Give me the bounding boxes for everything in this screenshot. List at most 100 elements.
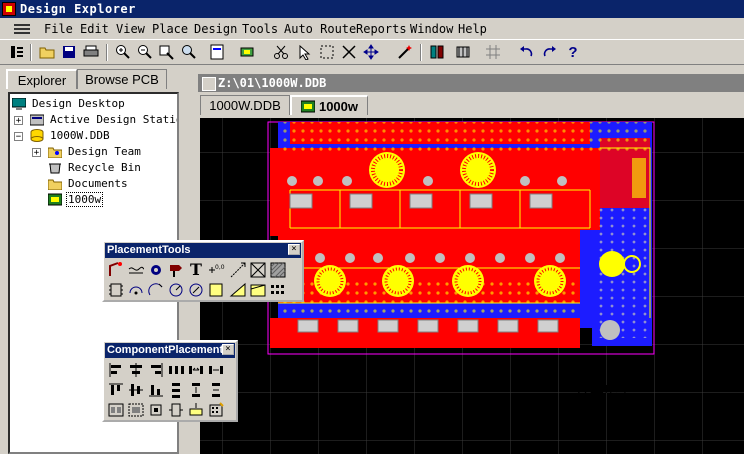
tree-node-active-servers[interactable]: + Active Design Station xyxy=(10,112,179,128)
collapse-icon[interactable]: − xyxy=(14,132,23,142)
placement-tools-title[interactable]: PlacementTools xyxy=(105,243,301,258)
increase-horizontal-spacing-icon[interactable] xyxy=(187,361,205,379)
place-track-icon[interactable] xyxy=(127,261,145,279)
decrease-horizontal-spacing-icon[interactable] xyxy=(207,361,225,379)
interactive-route-icon[interactable] xyxy=(107,261,125,279)
tree-node-pcb[interactable]: 1000w xyxy=(10,192,177,208)
library-icon[interactable] xyxy=(454,43,472,61)
menu-auto-route[interactable]: Auto Route xyxy=(284,22,356,36)
tree-label-active-servers: Active Design Station xyxy=(50,113,179,126)
window-title: Design Explorer xyxy=(20,2,136,16)
tab-ddb[interactable]: 1000W.DDB xyxy=(200,95,290,115)
distribute-horizontal-icon[interactable] xyxy=(167,361,185,379)
grid-icon[interactable] xyxy=(484,43,502,61)
menu-place[interactable]: Place xyxy=(152,22,188,36)
select-area-icon[interactable] xyxy=(318,43,336,61)
tree-node-desktop[interactable]: Design Desktop xyxy=(10,96,177,112)
menu-window[interactable]: Window xyxy=(410,22,453,36)
help-icon[interactable]: ? xyxy=(564,43,582,61)
place-pad-icon[interactable] xyxy=(147,261,165,279)
decrease-vertical-spacing-icon[interactable] xyxy=(207,381,225,399)
move-icon[interactable] xyxy=(362,43,380,61)
place-coordinate-icon[interactable]: 0,0 xyxy=(207,261,225,279)
menu-file[interactable]: File xyxy=(44,22,73,36)
close-icon[interactable]: × xyxy=(288,244,300,255)
menu-design[interactable]: Design xyxy=(194,22,237,36)
component-placement-palette[interactable]: ComponentPlacement × xyxy=(102,340,238,422)
tree-node-documents[interactable]: Documents xyxy=(10,176,177,192)
zoom-out-icon[interactable] xyxy=(136,43,154,61)
align-to-grid-icon[interactable] xyxy=(187,401,205,419)
undo-icon[interactable] xyxy=(518,43,536,61)
split-plane-icon[interactable] xyxy=(249,281,267,299)
move-to-grid-icon[interactable] xyxy=(167,401,185,419)
room-arrange-icon[interactable] xyxy=(107,401,125,419)
menu-help[interactable]: Help xyxy=(458,22,487,36)
tree-label-recycle-bin: Recycle Bin xyxy=(68,161,141,174)
explorer-toggle-icon[interactable] xyxy=(8,43,26,61)
tree-label-design-team: Design Team xyxy=(68,145,141,158)
center-horizontal-icon[interactable] xyxy=(127,361,145,379)
app-icon[interactable] xyxy=(2,2,16,16)
component-placement-title[interactable]: ComponentPlacement xyxy=(105,343,235,358)
increase-vertical-spacing-icon[interactable] xyxy=(187,381,205,399)
tree-node-design-team[interactable]: + Design Team xyxy=(10,144,177,160)
arc-any-icon[interactable] xyxy=(167,281,185,299)
place-dimension-icon[interactable] xyxy=(229,261,247,279)
center-vertical-icon[interactable] xyxy=(127,381,145,399)
expand-icon[interactable]: + xyxy=(32,148,41,158)
full-circle-icon[interactable] xyxy=(187,281,205,299)
svg-text:0,0: 0,0 xyxy=(215,264,225,271)
document-menu-icon[interactable] xyxy=(14,22,32,36)
distribute-vertical-icon[interactable] xyxy=(167,381,185,399)
place-fill-icon[interactable] xyxy=(249,261,267,279)
menu-view[interactable]: View xyxy=(116,22,145,36)
arc-center-icon[interactable] xyxy=(127,281,145,299)
place-polygon-icon[interactable] xyxy=(269,261,287,279)
print-icon[interactable] xyxy=(82,43,100,61)
close-icon[interactable]: × xyxy=(222,344,234,355)
zoom-area-icon[interactable] xyxy=(180,43,198,61)
polygon-plane-icon[interactable] xyxy=(229,281,247,299)
arrange-inside-room-icon[interactable] xyxy=(127,401,145,419)
align-bottom-icon[interactable] xyxy=(147,381,165,399)
select-icon[interactable] xyxy=(296,43,314,61)
place-component-icon[interactable] xyxy=(107,281,125,299)
array-paste-icon[interactable] xyxy=(269,281,287,299)
zoom-in-icon[interactable] xyxy=(114,43,132,61)
tab-pcb[interactable]: 1000w xyxy=(290,95,368,115)
zoom-fit-icon[interactable] xyxy=(158,43,176,61)
open-folder-icon[interactable] xyxy=(38,43,56,61)
tab-browse-pcb[interactable]: Browse PCB xyxy=(77,69,167,89)
align-right-icon[interactable] xyxy=(147,361,165,379)
expand-icon[interactable]: + xyxy=(14,116,23,126)
library-browse-icon[interactable] xyxy=(428,43,446,61)
align-left-icon[interactable] xyxy=(107,361,125,379)
arrange-outside-board-icon[interactable] xyxy=(147,401,165,419)
document-title: Z:\01\1000W.DDB xyxy=(218,76,327,90)
arc-edge-icon[interactable] xyxy=(147,281,165,299)
tree-node-recycle-bin[interactable]: Recycle Bin xyxy=(10,160,177,176)
fill-rect-icon[interactable] xyxy=(207,281,225,299)
deselect-icon[interactable] xyxy=(340,43,358,61)
tab-explorer[interactable]: Explorer xyxy=(6,69,77,89)
sheet-icon[interactable] xyxy=(208,43,226,61)
save-icon[interactable] xyxy=(60,43,78,61)
cut-icon[interactable] xyxy=(272,43,290,61)
menu-edit[interactable]: Edit xyxy=(80,22,109,36)
redo-icon[interactable] xyxy=(540,43,558,61)
place-via-icon[interactable] xyxy=(167,261,185,279)
desktop-icon xyxy=(11,97,27,110)
tree-node-ddb[interactable]: − 1000W.DDB xyxy=(10,128,177,144)
component-icon[interactable] xyxy=(238,43,256,61)
place-text-icon[interactable]: T xyxy=(187,261,205,279)
main-toolbar: ? xyxy=(0,39,744,65)
database-icon xyxy=(30,129,44,142)
placement-tools-palette[interactable]: PlacementTools × T 0,0 xyxy=(102,240,304,302)
menu-reports[interactable]: Reports xyxy=(356,22,407,36)
menu-tools[interactable]: Tools xyxy=(242,22,278,36)
wand-icon[interactable] xyxy=(396,43,414,61)
document-icon[interactable] xyxy=(202,77,216,91)
shove-icon[interactable] xyxy=(207,401,225,419)
align-top-icon[interactable] xyxy=(107,381,125,399)
